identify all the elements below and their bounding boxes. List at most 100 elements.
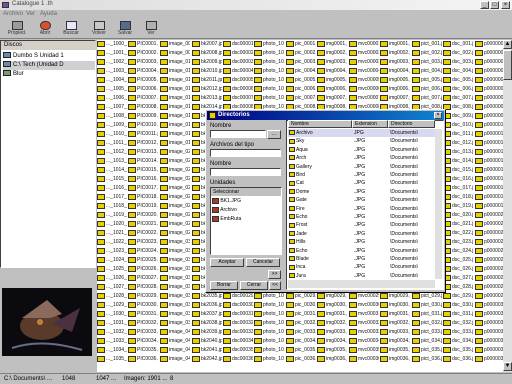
next-button[interactable]: >> [268, 270, 281, 279]
thumbnail-item[interactable]: photo_1036.jpg [254, 355, 284, 364]
thumbnail-item[interactable]: ..._1017_8.jpg [97, 193, 127, 202]
thumbnail-item[interactable]: ..._1033_4.jpg [97, 337, 127, 346]
thumbnail-item[interactable]: ..._1031_2.jpg [97, 319, 127, 328]
thumbnail-item[interactable]: dsc_020.jpg [443, 211, 473, 220]
thumbnail-item[interactable]: PIC0019.jpg [128, 202, 158, 211]
thumbnail-item[interactable]: PIC0016.jpg [128, 175, 158, 184]
thumbnail-item[interactable]: dsc00002.jpg [223, 49, 253, 58]
thumbnail-item[interactable]: dsc_036.jpg [443, 355, 473, 364]
thumbnail-item[interactable]: pic_0001.jpg [286, 40, 316, 49]
thumbnail-item[interactable]: mvc00003.jpg [349, 58, 379, 67]
thumbnail-item[interactable]: ..._1010_1.jpg [97, 130, 127, 139]
thumbnail-item[interactable]: PIC0032.jpg [128, 319, 158, 328]
thumbnail-item[interactable]: pict_030.jpg [412, 301, 442, 310]
thumbnail-item[interactable]: pic_0032.jpg [286, 319, 316, 328]
thumbnail-item[interactable]: p0000032.jpg [475, 319, 503, 328]
thumbnail-item[interactable]: mvc00035.jpg [349, 346, 379, 355]
thumbnail-item[interactable]: photo_1034.jpg [254, 337, 284, 346]
drive-list-item[interactable]: EmbRuta [212, 215, 241, 223]
thumbnail-item[interactable]: PIC0030.jpg [128, 301, 158, 310]
tree-item-dumbo[interactable]: Dumbo S Unidad 1 [3, 52, 95, 61]
thumbnail-item[interactable]: bk2042.jpg [192, 355, 222, 364]
thumbnail-item[interactable]: ..._1016_7.jpg [97, 184, 127, 193]
thumbnail-item[interactable]: pict_034.jpg [412, 337, 442, 346]
thumbnail-item[interactable]: p0000006.jpg [475, 85, 503, 94]
thumbnail-item[interactable]: image_037.jpg [160, 301, 190, 310]
find-button[interactable]: Buscar [58, 20, 84, 38]
thumbnail-item[interactable]: pic_0030.jpg [286, 301, 316, 310]
thumbnail-item[interactable]: dsc_025.jpg [443, 256, 473, 265]
thumbnail-item[interactable]: img0001.jpg [317, 40, 347, 49]
thumbnail-item[interactable]: img0002.jpg [380, 49, 410, 58]
thumbnail-item[interactable]: image_042.jpg [160, 346, 190, 355]
grid-row[interactable]: Frost .JPG \Documents\ [288, 221, 435, 229]
thumbnail-item[interactable]: dsc00032.jpg [223, 319, 253, 328]
thumbnail-item[interactable]: p0000031.jpg [475, 310, 503, 319]
thumbnail-item[interactable]: p0000003.jpg [475, 58, 503, 67]
thumbnail-item[interactable]: image_018.jpg [160, 130, 190, 139]
thumbnail-item[interactable]: photo_1035.jpg [254, 346, 284, 355]
thumbnail-item[interactable]: dsc00030.jpg [223, 301, 253, 310]
thumbnail-item[interactable]: bk2008.jpg [192, 49, 222, 58]
thumbnail-item[interactable]: img0029.jpg [380, 292, 410, 301]
thumbnail-item[interactable]: PIC0009.jpg [128, 112, 158, 121]
thumbnail-item[interactable]: mvc00004.jpg [349, 67, 379, 76]
thumbnail-item[interactable]: p0000011.jpg [475, 130, 503, 139]
thumbnail-item[interactable]: pict_031.jpg [412, 310, 442, 319]
grid-row[interactable]: Hills .JPG \Documents\ [288, 238, 435, 246]
thumbnail-item[interactable]: img0031.jpg [317, 310, 347, 319]
thumbnail-item[interactable]: mvc00032.jpg [349, 319, 379, 328]
thumbnail-item[interactable]: mvc00002.jpg [349, 49, 379, 58]
thumbnail-item[interactable]: mvc00036.jpg [349, 355, 379, 364]
thumbnail-item[interactable]: p0000027.jpg [475, 274, 503, 283]
thumbnail-item[interactable]: pic_0007.jpg [286, 94, 316, 103]
thumbnail-item[interactable]: img0036.jpg [317, 355, 347, 364]
thumbnail-item[interactable]: image_022.jpg [160, 166, 190, 175]
grid-row[interactable]: Bird .JPG \Documents\ [288, 171, 435, 179]
drive-list-item[interactable]: Archivo [212, 206, 237, 214]
drive-list-item[interactable]: BK1.JPG [212, 197, 241, 205]
thumbnail-item[interactable]: PIC0028.jpg [128, 283, 158, 292]
thumbnail-item[interactable]: dsc00036.jpg [223, 355, 253, 364]
thumbnail-item[interactable]: image_025.jpg [160, 193, 190, 202]
thumbnail-item[interactable]: image_040.jpg [160, 328, 190, 337]
thumbnail-item[interactable]: dsc_014.jpg [443, 157, 473, 166]
thumbnail-item[interactable]: dsc00033.jpg [223, 328, 253, 337]
thumbnail-item[interactable]: image_038.jpg [160, 310, 190, 319]
thumbnail-item[interactable]: ..._1025_6.jpg [97, 265, 127, 274]
thumbnail-item[interactable]: dsc_030.jpg [443, 301, 473, 310]
thumbnail-item[interactable]: p0000036.jpg [475, 355, 503, 364]
thumbnail-item[interactable]: mvc00033.jpg [349, 328, 379, 337]
thumbnail-item[interactable]: dsc_015.jpg [443, 166, 473, 175]
tree-item-unidad-d[interactable]: C:\ Tech (Unidad D [3, 61, 95, 70]
thumbnail-item[interactable]: image_043.jpg [160, 355, 190, 364]
thumbnail-item[interactable]: image_033.jpg [160, 265, 190, 274]
thumbnail-item[interactable]: ..._1006_7.jpg [97, 94, 127, 103]
thumbnail-item[interactable]: PIC0035.jpg [128, 346, 158, 355]
grid-header-directorio[interactable]: Directorio [388, 120, 435, 128]
thumbnail-item[interactable]: pic_0033.jpg [286, 328, 316, 337]
thumbnail-item[interactable]: dsc_017.jpg [443, 184, 473, 193]
thumbnail-item[interactable]: image_013.jpg [160, 85, 190, 94]
menu-archivo[interactable]: Archivo [3, 11, 23, 17]
thumbnail-item[interactable]: dsc_009.jpg [443, 112, 473, 121]
thumbnail-item[interactable]: ..._1001_2.jpg [97, 49, 127, 58]
thumbnail-item[interactable]: image_008.jpg [160, 40, 190, 49]
thumbnail-item[interactable]: image_021.jpg [160, 157, 190, 166]
thumbnail-item[interactable]: img0030.jpg [317, 301, 347, 310]
thumbnail-item[interactable]: bk2009.jpg [192, 58, 222, 67]
thumbnail-item[interactable]: ..._1030_1.jpg [97, 310, 127, 319]
thumbnail-item[interactable]: PIC0033.jpg [128, 328, 158, 337]
thumbnail-item[interactable]: dsc00005.jpg [223, 76, 253, 85]
grid-horizontal-scrollbar[interactable] [288, 280, 435, 288]
grid-row[interactable]: Echo .JPG \Documents\ [288, 213, 435, 221]
thumbnail-item[interactable]: dsc_013.jpg [443, 148, 473, 157]
thumbnail-item[interactable]: ..._1019_0.jpg [97, 211, 127, 220]
thumbnail-item[interactable]: dsc00001.jpg [223, 40, 253, 49]
thumbnail-item[interactable]: photo_1030.jpg [254, 301, 284, 310]
thumbnail-item[interactable]: p0000026.jpg [475, 265, 503, 274]
drive-list[interactable]: Seleccionar BK1.JPG Archivo EmbRuta [210, 187, 282, 255]
minimize-button[interactable]: _ [480, 1, 489, 9]
thumbnail-item[interactable]: mvc00029.jpg [349, 292, 379, 301]
thumbnail-item[interactable]: pict_006.jpg [412, 85, 442, 94]
